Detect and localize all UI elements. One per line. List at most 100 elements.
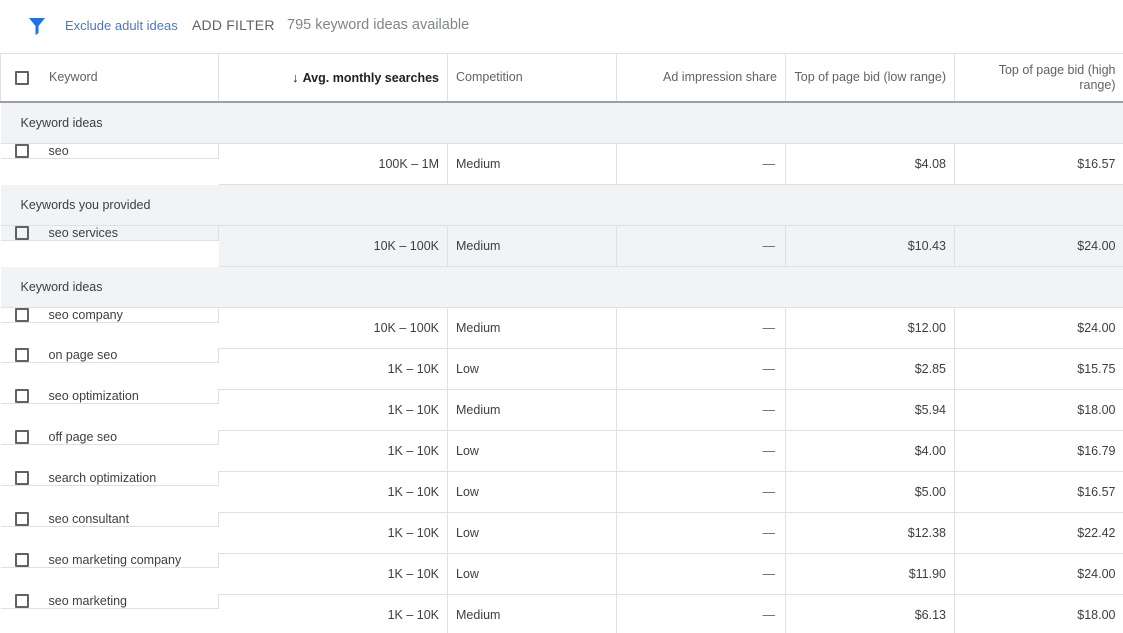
bid-high-cell: $18.00 [954, 389, 1123, 431]
bid-low-cell: $12.38 [785, 512, 955, 554]
row-checkbox[interactable] [14, 430, 29, 444]
row-checkbox[interactable] [14, 348, 29, 362]
competition-cell: Low [447, 348, 617, 390]
row-checkbox[interactable] [14, 471, 29, 485]
impression-cell: — [616, 594, 786, 633]
header-bid-high[interactable]: Top of page bid (high range) [954, 54, 1123, 103]
filter-icon[interactable] [27, 16, 47, 36]
keyword-cell: on page seo [0, 348, 219, 363]
bid-high-cell: $18.00 [954, 594, 1123, 633]
competition-cell: Low [447, 512, 617, 554]
keyword-cell: seo consultant [0, 512, 219, 527]
filter-bar: Exclude adult ideas ADD FILTER 795 keywo… [0, 0, 1123, 54]
add-filter-button[interactable]: ADD FILTER [192, 17, 275, 33]
competition-cell: Medium [447, 307, 617, 349]
bid-high-cell: $24.00 [954, 553, 1123, 595]
competition-cell: Medium [447, 389, 617, 431]
header-keyword-label: Keyword [49, 70, 98, 84]
keyword-cell: search optimization [0, 471, 219, 486]
keyword-text: off page seo [48, 430, 118, 444]
bid-low-cell: $12.00 [785, 307, 955, 349]
impression-cell: — [616, 389, 786, 431]
searches-cell: 10K – 100K [218, 307, 448, 349]
row-checkbox[interactable] [14, 389, 29, 403]
keyword-cell: off page seo [0, 430, 219, 445]
table-row: search optimization 1K – 10K Low — $5.00… [0, 471, 1123, 513]
table-row: seo optimization 1K – 10K Medium — $5.94… [0, 389, 1123, 431]
searches-cell: 1K – 10K [218, 512, 448, 554]
section-header: Keyword ideas [0, 102, 1123, 144]
table-row: seo marketing company 1K – 10K Low — $11… [0, 553, 1123, 595]
searches-cell: 1K – 10K [218, 389, 448, 431]
header-competition-label: Competition [456, 70, 523, 84]
bid-low-cell: $2.85 [785, 348, 955, 390]
row-checkbox[interactable] [14, 143, 29, 158]
bid-high-cell: $24.00 [954, 307, 1123, 349]
table-row: seo 100K – 1M Medium — $4.08 $16.57 [0, 143, 1123, 185]
bid-high-cell: $24.00 [954, 225, 1123, 267]
header-bid-high-label: Top of page bid (high range) [998, 62, 1116, 92]
keyword-cell: seo marketing company [0, 553, 219, 568]
section-label: Keywords you provided [0, 184, 1123, 226]
keyword-text: on page seo [48, 348, 118, 362]
keyword-text: seo [48, 143, 69, 158]
keyword-cell: seo company [0, 307, 219, 323]
searches-cell: 1K – 10K [218, 348, 448, 390]
select-all-checkbox[interactable] [15, 70, 29, 85]
header-competition[interactable]: Competition [447, 54, 617, 103]
table-row: seo company 10K – 100K Medium — $12.00 $… [0, 307, 1123, 349]
impression-cell: — [616, 553, 786, 595]
row-checkbox[interactable] [14, 594, 29, 608]
impression-cell: — [616, 143, 786, 185]
bid-high-cell: $16.57 [954, 143, 1123, 185]
header-impression-label: Ad impression share [663, 70, 777, 84]
row-checkbox[interactable] [14, 307, 29, 322]
impression-cell: — [616, 471, 786, 513]
bid-low-cell: $4.00 [785, 430, 955, 472]
header-keyword[interactable]: Keyword [0, 54, 219, 103]
keyword-cell: seo optimization [0, 389, 219, 404]
bid-high-cell: $22.42 [954, 512, 1123, 554]
bid-high-cell: $16.79 [954, 430, 1123, 472]
table-row: on page seo 1K – 10K Low — $2.85 $15.75 [0, 348, 1123, 390]
searches-cell: 1K – 10K [218, 471, 448, 513]
row-checkbox[interactable] [14, 225, 29, 240]
bid-high-cell: $16.57 [954, 471, 1123, 513]
keyword-cell: seo services [0, 225, 219, 241]
searches-cell: 100K – 1M [218, 143, 448, 185]
exclude-adult-ideas-link[interactable]: Exclude adult ideas [65, 18, 178, 33]
competition-cell: Medium [447, 143, 617, 185]
impression-cell: — [616, 348, 786, 390]
section-label: Keyword ideas [0, 266, 1123, 308]
bid-low-cell: $6.13 [785, 594, 955, 633]
section-label: Keyword ideas [0, 102, 1123, 144]
bid-low-cell: $10.43 [785, 225, 955, 267]
row-checkbox[interactable] [14, 553, 29, 567]
bid-low-cell: $4.08 [785, 143, 955, 185]
header-ad-impression-share[interactable]: Ad impression share [616, 54, 786, 103]
impression-cell: — [616, 430, 786, 472]
header-searches-label: Avg. monthly searches [302, 70, 439, 85]
section-header: Keyword ideas [0, 266, 1123, 308]
keyword-text: seo marketing company [48, 553, 182, 567]
bid-low-cell: $11.90 [785, 553, 955, 595]
impression-cell: — [616, 225, 786, 267]
keyword-ideas-count: 795 keyword ideas available [287, 17, 470, 33]
arrow-down-icon: ↓ [292, 69, 299, 85]
row-checkbox[interactable] [14, 512, 29, 526]
keyword-text: seo services [48, 225, 118, 240]
bid-high-cell: $15.75 [954, 348, 1123, 390]
impression-cell: — [616, 307, 786, 349]
competition-cell: Medium [447, 594, 617, 633]
competition-cell: Low [447, 553, 617, 595]
table-row: seo marketing 1K – 10K Medium — $6.13 $1… [0, 594, 1123, 633]
keyword-text: seo consultant [48, 512, 130, 526]
searches-cell: 10K – 100K [218, 225, 448, 267]
keyword-text: seo optimization [48, 389, 139, 403]
header-bid-low-label: Top of page bid (low range) [794, 70, 946, 84]
bid-low-cell: $5.94 [785, 389, 955, 431]
header-avg-monthly-searches[interactable]: ↓ Avg. monthly searches [218, 54, 448, 103]
impression-cell: — [616, 512, 786, 554]
keyword-text: seo company [48, 307, 123, 322]
header-bid-low[interactable]: Top of page bid (low range) [785, 54, 955, 103]
